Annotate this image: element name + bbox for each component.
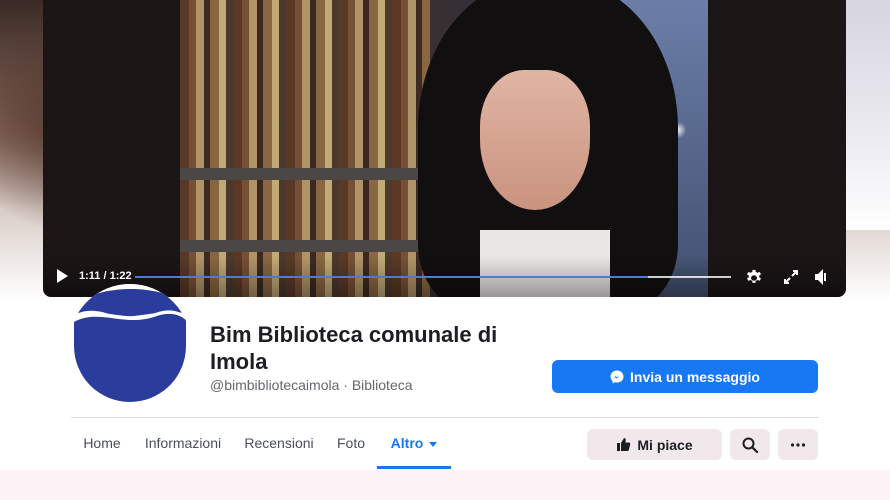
settings-icon[interactable]	[744, 267, 764, 287]
shelf-board	[180, 240, 440, 252]
search-button[interactable]	[730, 429, 770, 460]
fullscreen-icon[interactable]	[782, 268, 800, 286]
tab-recensioni[interactable]: Recensioni	[239, 419, 319, 467]
like-label: Mi piace	[637, 436, 693, 453]
page-body-background	[0, 470, 890, 500]
cover-video[interactable]: 1:11 / 1:22	[43, 0, 846, 297]
tab-altro-label: Altro	[390, 435, 424, 451]
more-icon	[790, 442, 806, 447]
profile-picture[interactable]	[69, 284, 191, 406]
bookshelf-image	[180, 0, 430, 297]
video-time: 1:11 / 1:22	[79, 270, 132, 282]
like-button[interactable]: Mi piace	[587, 429, 722, 460]
search-icon	[742, 437, 758, 453]
send-message-label: Invia un messaggio	[630, 368, 760, 385]
video-frame	[180, 0, 708, 297]
shelf-board	[180, 168, 440, 180]
header-divider	[71, 417, 819, 418]
tab-informazioni[interactable]: Informazioni	[138, 419, 228, 467]
caret-down-icon	[429, 441, 438, 447]
video-progress-fill	[135, 276, 648, 278]
more-options-button[interactable]	[778, 429, 818, 460]
page-handle-category: @bimbibliotecaimola · Biblioteca	[210, 377, 413, 393]
page-title: Bim Biblioteca comunale di Imola	[210, 322, 498, 374]
play-icon[interactable]	[57, 269, 68, 283]
volume-icon[interactable]	[813, 267, 829, 287]
library-logo-icon	[69, 284, 191, 406]
woman-face	[480, 70, 590, 210]
tab-foto[interactable]: Foto	[329, 419, 373, 467]
messenger-icon	[610, 370, 624, 383]
video-progress-bar[interactable]	[135, 276, 731, 278]
send-message-button[interactable]: Invia un messaggio	[552, 360, 818, 393]
thumbs-up-icon	[617, 438, 631, 451]
tab-altro[interactable]: Altro	[377, 419, 451, 469]
tab-home[interactable]: Home	[71, 419, 133, 467]
